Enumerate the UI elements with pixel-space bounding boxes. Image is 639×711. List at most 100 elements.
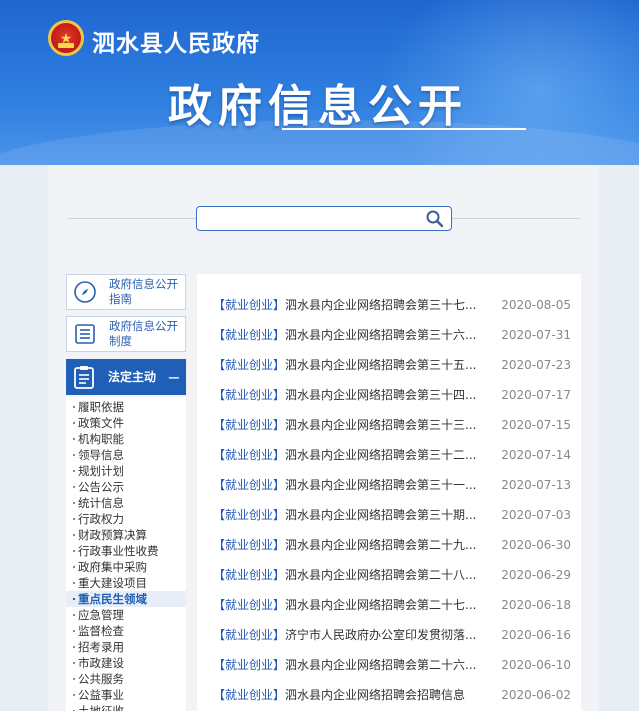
- news-date: 2020-07-14: [501, 448, 571, 462]
- news-row[interactable]: 【就业创业】泗水县内企业网络招聘会第二十八... 2020-06-29: [197, 560, 581, 590]
- search-icon[interactable]: [425, 209, 445, 229]
- news-date: 2020-07-15: [501, 418, 571, 432]
- sidebar-subitem[interactable]: 招考录用: [66, 639, 186, 655]
- news-category-tag[interactable]: 【就业创业】: [213, 508, 285, 522]
- news-category-tag[interactable]: 【就业创业】: [213, 298, 285, 312]
- news-category-tag[interactable]: 【就业创业】: [213, 538, 285, 552]
- news-title-link[interactable]: 泗水县内企业网络招聘会第三十四...: [285, 388, 476, 402]
- news-title-link[interactable]: 泗水县内企业网络招聘会第三十三...: [285, 418, 476, 432]
- collapse-icon[interactable]: −: [166, 368, 182, 387]
- sidebar-item-system-label: 政府信息公开制度: [109, 319, 178, 348]
- sidebar-item-guide-label: 政府信息公开指南: [109, 277, 178, 306]
- sidebar-subitem[interactable]: 领导信息: [66, 447, 186, 463]
- document-list-icon: [67, 317, 103, 351]
- news-title-link[interactable]: 泗水县内企业网络招聘会第三十二...: [285, 448, 476, 462]
- sidebar-section-statutory[interactable]: 法定主动 −: [66, 359, 186, 395]
- news-row[interactable]: 【就业创业】泗水县内企业网络招聘会第三十三... 2020-07-15: [197, 410, 581, 440]
- news-title-link[interactable]: 泗水县内企业网络招聘会招聘信息: [285, 688, 465, 702]
- news-row[interactable]: 【就业创业】泗水县内企业网络招聘会第三十二... 2020-07-14: [197, 440, 581, 470]
- sidebar-subitem[interactable]: 财政预算决算: [66, 527, 186, 543]
- news-row[interactable]: 【就业创业】泗水县内企业网络招聘会第二十六... 2020-06-10: [197, 650, 581, 680]
- news-date: 2020-07-03: [501, 508, 571, 522]
- search-input[interactable]: [203, 209, 415, 228]
- news-title-link[interactable]: 泗水县内企业网络招聘会第二十七...: [285, 598, 476, 612]
- news-date: 2020-08-05: [501, 298, 571, 312]
- news-row[interactable]: 【就业创业】泗水县内企业网络招聘会第三十五... 2020-07-23: [197, 350, 581, 380]
- news-date: 2020-07-31: [501, 328, 571, 342]
- site-name[interactable]: 泗水县人民政府: [92, 24, 260, 58]
- news-list: 【就业创业】泗水县内企业网络招聘会第三十七... 2020-08-05 【就业创业】…: [197, 274, 581, 711]
- news-category-tag[interactable]: 【就业创业】: [213, 358, 285, 372]
- news-category-tag[interactable]: 【就业创业】: [213, 568, 285, 582]
- sidebar-item-system[interactable]: 政府信息公开制度: [66, 316, 186, 352]
- sidebar-subitem[interactable]: 政府集中采购: [66, 559, 186, 575]
- news-date: 2020-06-30: [501, 538, 571, 552]
- news-category-tag[interactable]: 【就业创业】: [213, 688, 285, 702]
- sidebar-subitem[interactable]: 公告公示: [66, 479, 186, 495]
- news-date: 2020-06-29: [501, 568, 571, 582]
- sidebar-subitem[interactable]: 政策文件: [66, 415, 186, 431]
- emblem-base: [58, 43, 74, 48]
- page-title: 政府信息公开: [168, 81, 468, 132]
- news-date: 2020-06-10: [501, 658, 571, 672]
- news-row[interactable]: 【就业创业】泗水县内企业网络招聘会第三十一... 2020-07-13: [197, 470, 581, 500]
- news-title-link[interactable]: 泗水县内企业网络招聘会第二十六...: [285, 658, 476, 672]
- news-category-tag[interactable]: 【就业创业】: [213, 418, 285, 432]
- news-row[interactable]: 【就业创业】泗水县内企业网络招聘会招聘信息 2020-06-02: [197, 680, 581, 710]
- news-row[interactable]: 【就业创业】泗水县内企业网络招聘会第二十九... 2020-06-30: [197, 530, 581, 560]
- news-category-tag[interactable]: 【就业创业】: [213, 388, 285, 402]
- sidebar-subitem[interactable]: 规划计划: [66, 463, 186, 479]
- news-date: 2020-07-13: [501, 478, 571, 492]
- sidebar-subitem[interactable]: 土地征收: [66, 703, 186, 711]
- news-category-tag[interactable]: 【就业创业】: [213, 628, 285, 642]
- news-date: 2020-07-17: [501, 388, 571, 402]
- sidebar-subitem[interactable]: 统计信息: [66, 495, 186, 511]
- content-panel: 政府信息公开指南 政府信息公开制度 法定主动 − 履职依据 政策文件机构职能 领…: [48, 165, 599, 711]
- news-title-link[interactable]: 泗水县内企业网络招聘会第三十七...: [285, 298, 476, 312]
- sidebar-item-guide[interactable]: 政府信息公开指南: [66, 274, 186, 310]
- header-banner: ★ 泗水县人民政府 政府信息公开: [0, 0, 639, 165]
- news-category-tag[interactable]: 【就业创业】: [213, 658, 285, 672]
- news-category-tag[interactable]: 【就业创业】: [213, 448, 285, 462]
- sidebar-subitem[interactable]: 公共服务: [66, 671, 186, 687]
- news-row[interactable]: 【就业创业】泗水县内企业网络招聘会第二十七... 2020-06-18: [197, 590, 581, 620]
- sidebar-section-label: 法定主动: [108, 369, 157, 384]
- news-title-link[interactable]: 济宁市人民政府办公室印发贯彻落...: [285, 628, 476, 642]
- compass-icon: [67, 275, 103, 309]
- sidebar-subitem[interactable]: 重大建设项目: [66, 575, 186, 591]
- sidebar-subitem[interactable]: 机构职能: [66, 431, 186, 447]
- search-divider-left: [68, 218, 196, 219]
- national-emblem-icon: ★: [48, 20, 84, 56]
- news-row[interactable]: 【就业创业】泗水县内企业网络招聘会第三十四... 2020-07-17: [197, 380, 581, 410]
- news-row[interactable]: 【就业创业】泗水县内企业网络招聘会第三十期... 2020-07-03: [197, 500, 581, 530]
- sidebar-sublist: 履职依据 政策文件 机构职能 领导信息 规划计划 公告公示 统计信息 行政权力 财政预算决算 行政…: [66, 397, 186, 711]
- news-category-tag[interactable]: 【就业创业】: [213, 328, 285, 342]
- sidebar-subitem[interactable]: 行政事业性收费: [66, 543, 186, 559]
- news-date: 2020-06-02: [501, 688, 571, 702]
- sidebar-subitem[interactable]: 市政建设: [66, 655, 186, 671]
- sidebar-subitem[interactable]: 重点民生领域: [66, 591, 186, 607]
- search-divider-right: [452, 218, 580, 219]
- clipboard-icon: [66, 359, 102, 395]
- search-box: [196, 206, 452, 231]
- news-date: 2020-06-18: [501, 598, 571, 612]
- news-row[interactable]: 【就业创业】泗水县内企业网络招聘会第三十六... 2020-07-31: [197, 320, 581, 350]
- news-category-tag[interactable]: 【就业创业】: [213, 598, 285, 612]
- news-row[interactable]: 【就业创业】济宁市人民政府办公室印发贯彻落... 2020-06-16: [197, 620, 581, 650]
- sidebar-subitem[interactable]: 监督检查: [66, 623, 186, 639]
- news-title-link[interactable]: 泗水县内企业网络招聘会第三十一...: [285, 478, 476, 492]
- news-title-link[interactable]: 泗水县内企业网络招聘会第二十九...: [285, 538, 476, 552]
- news-category-tag[interactable]: 【就业创业】: [213, 478, 285, 492]
- news-title-link[interactable]: 泗水县内企业网络招聘会第三十六...: [285, 328, 476, 342]
- news-date: 2020-06-16: [501, 628, 571, 642]
- sidebar-subitem[interactable]: 应急管理: [66, 607, 186, 623]
- sidebar-subitem[interactable]: 行政权力: [66, 511, 186, 527]
- news-title-link[interactable]: 泗水县内企业网络招聘会第三十期...: [285, 508, 476, 522]
- sidebar-subitem[interactable]: 公益事业: [66, 687, 186, 703]
- sidebar-subitem[interactable]: 履职依据: [66, 399, 186, 415]
- news-title-link[interactable]: 泗水县内企业网络招聘会第二十八...: [285, 568, 476, 582]
- news-title-link[interactable]: 泗水县内企业网络招聘会第三十五...: [285, 358, 476, 372]
- title-underline: [282, 128, 526, 130]
- news-row[interactable]: 【就业创业】泗水县内企业网络招聘会第三十七... 2020-08-05: [197, 290, 581, 320]
- news-date: 2020-07-23: [501, 358, 571, 372]
